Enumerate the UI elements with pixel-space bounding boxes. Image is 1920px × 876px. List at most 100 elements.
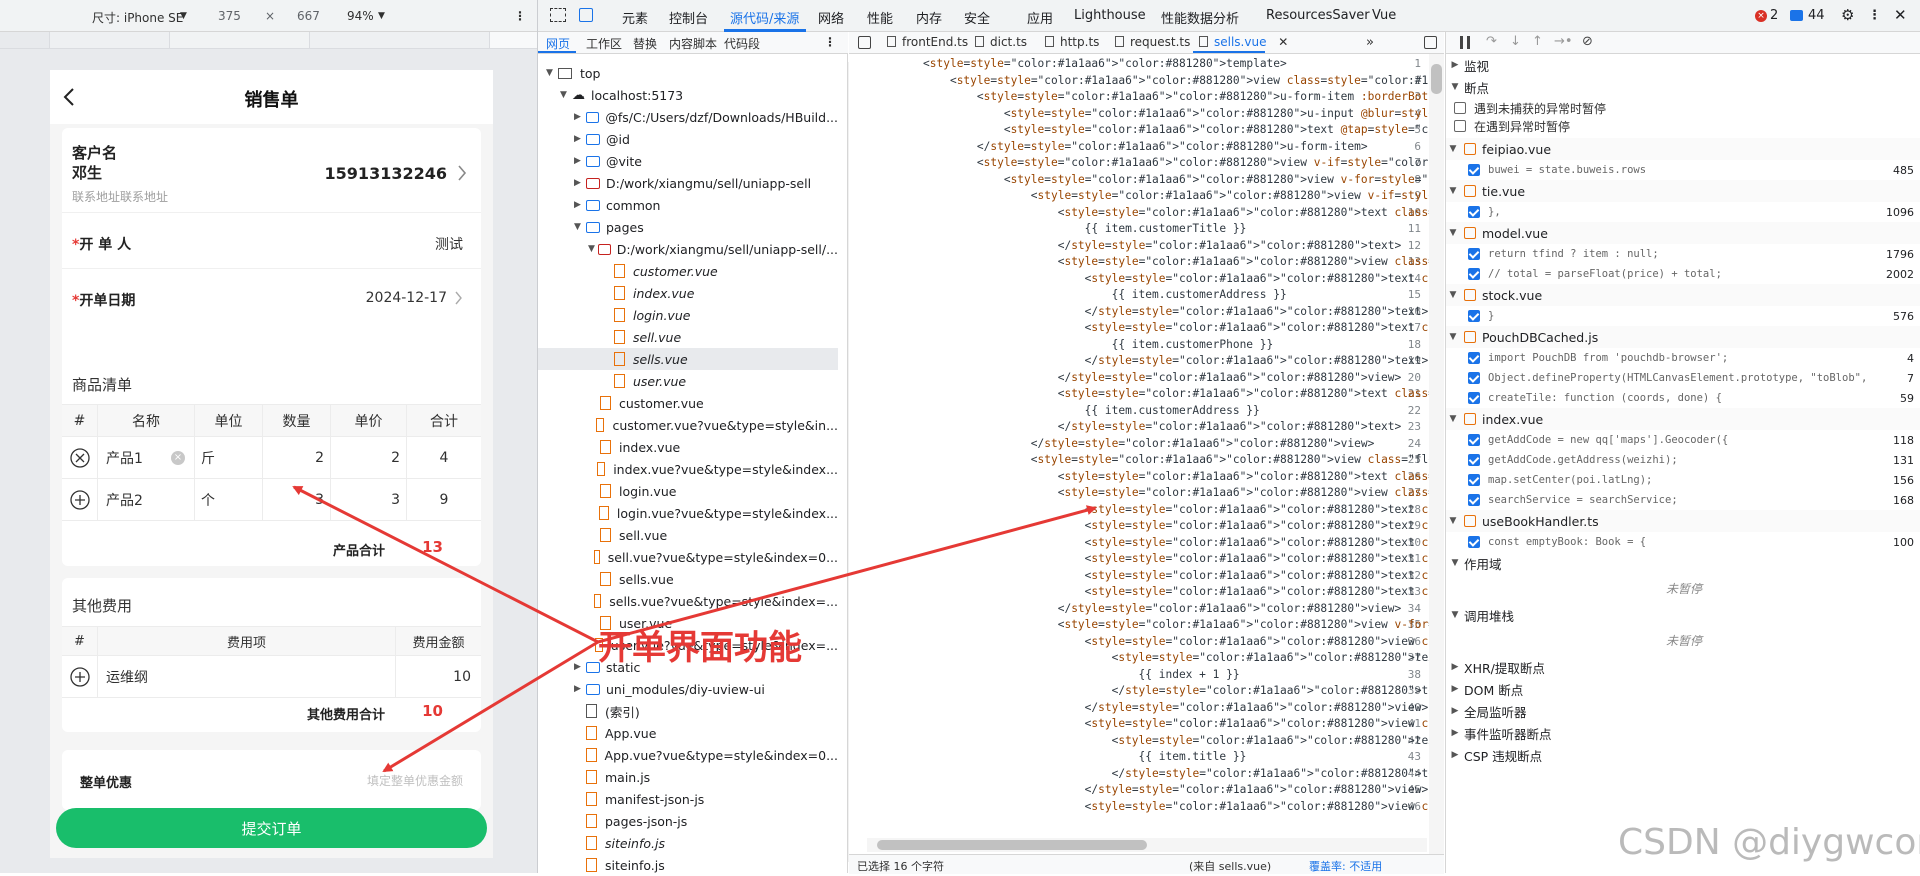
expand-arrow-icon[interactable]: ▼ — [1446, 332, 1460, 342]
tree-item[interactable]: index.vue — [538, 436, 838, 458]
code-line[interactable]: <style=style="color:#1a1aa6">"color:#881… — [923, 73, 1429, 90]
collapse-arrow-icon[interactable]: ▶ — [1446, 684, 1464, 694]
expand-arrow-icon[interactable]: ▼ — [1446, 414, 1460, 424]
checkbox[interactable] — [1468, 454, 1480, 466]
gear-icon[interactable]: ⚙ — [1841, 6, 1854, 24]
line-number[interactable]: 22 — [1381, 403, 1421, 420]
code-line[interactable]: </style=style="color:#1a1aa6">"color:#88… — [923, 353, 1429, 370]
code-line[interactable]: {{ item.customerTitle }} — [923, 221, 1247, 238]
checkbox[interactable] — [1454, 120, 1466, 132]
code-line[interactable]: </style=style="color:#1a1aa6">"color:#88… — [923, 370, 1402, 387]
code-line[interactable]: <style=style="color:#1a1aa6">"color:#881… — [923, 469, 1429, 486]
coverage-status[interactable]: 覆盖率: 不适用 — [1309, 858, 1382, 874]
breakpoint-file[interactable]: ▼ useBookHandler.ts — [1446, 510, 1920, 532]
chevron-down-icon[interactable]: ▼ — [180, 11, 187, 21]
tree-item[interactable]: ▶ uni_modules/diy-uview-ui — [538, 678, 838, 700]
collapse-arrow-icon[interactable]: ▶ — [1446, 60, 1464, 70]
code-line[interactable]: </style=style="color:#1a1aa6">"color:#88… — [923, 683, 1429, 700]
code-line[interactable]: <style=style="color:#1a1aa6">"color:#881… — [923, 551, 1429, 568]
code-line[interactable]: <style=style="color:#1a1aa6">"color:#881… — [923, 716, 1429, 733]
fee-name[interactable]: 运维纲 — [98, 656, 396, 697]
breakpoint-file[interactable]: ▼ tie.vue — [1446, 180, 1920, 202]
tree-item[interactable]: index.vue?vue&type=style&index... — [538, 458, 838, 480]
code-line[interactable]: {{ item.customerPhone }} — [923, 337, 1274, 354]
tree-item[interactable]: App.vue?vue&type=style&index=0... — [538, 744, 838, 766]
tree-item[interactable]: sells.vue — [538, 568, 838, 590]
tab-performance[interactable]: 性能 — [867, 8, 893, 27]
tab-perf-insights[interactable]: 性能数据分析 — [1161, 8, 1239, 27]
section-callstack[interactable]: ▼ 调用堆栈 — [1446, 604, 1920, 626]
tree-item[interactable]: ▼ pages — [538, 216, 838, 238]
tree-item[interactable]: ▶ D:/work/xiangmu/sell/uniapp-sell — [538, 172, 838, 194]
tab-resources-saver[interactable]: ResourcesSaver — [1266, 8, 1370, 23]
code-line[interactable]: </style=style="color:#1a1aa6">"color:#88… — [923, 304, 1429, 321]
tab-elements[interactable]: 元素 — [622, 8, 648, 27]
code-line[interactable]: <style=style="color:#1a1aa6">"color:#881… — [923, 535, 1429, 552]
code-line[interactable]: <style=style="color:#1a1aa6">"color:#881… — [923, 452, 1429, 469]
expand-arrow-icon[interactable]: ▼ — [1446, 558, 1464, 568]
add-row-icon[interactable] — [62, 479, 98, 520]
tree-item[interactable]: login.vue?vue&type=style&index... — [538, 502, 838, 524]
tree-item[interactable]: siteinfo.js — [538, 832, 838, 854]
product-qty[interactable]: 3 — [263, 479, 331, 520]
toggle-navigator-icon[interactable] — [858, 36, 871, 49]
more-menu-icon[interactable]: ⋮ — [824, 35, 836, 49]
field-date-value[interactable]: 2024-12-17 — [366, 290, 447, 306]
breakpoint-item[interactable]: } 576 — [1446, 306, 1920, 326]
collapse-arrow-icon[interactable]: ▶ — [574, 156, 586, 166]
tree-item[interactable]: App.vue — [538, 722, 838, 744]
breakpoint-item[interactable]: getAddCode = new qq['maps'].Geocoder({11… — [1446, 430, 1920, 450]
section-collapsed[interactable]: ▶ XHR/提取断点 — [1446, 656, 1920, 678]
nav-tab-workspace[interactable]: 工作区 — [586, 35, 622, 52]
field-issuer-value[interactable]: 测试 — [435, 234, 463, 254]
expand-arrow-icon[interactable]: ▼ — [1446, 186, 1460, 196]
pause-exception-option[interactable]: 在遇到异常时暂停 — [1446, 116, 1920, 136]
expand-arrow-icon[interactable]: ▼ — [588, 244, 598, 254]
scrollbar[interactable] — [1429, 54, 1444, 854]
tree-item[interactable]: main.js — [538, 766, 838, 788]
collapse-arrow-icon[interactable]: ▶ — [574, 662, 586, 672]
breakpoint-file[interactable]: ▼ stock.vue — [1446, 284, 1920, 306]
tree-item[interactable]: pages-json-js — [538, 810, 838, 832]
step-out-icon[interactable]: ↑ — [1532, 34, 1543, 49]
line-number[interactable]: 11 — [1381, 221, 1421, 238]
section-breakpoints[interactable]: ▼ 断点 — [1446, 76, 1920, 98]
collapse-arrow-icon[interactable]: ▶ — [574, 134, 586, 144]
tree-item[interactable]: ▶ common — [538, 194, 838, 216]
tree-item[interactable]: login.vue — [538, 304, 838, 326]
tree-item[interactable]: customer.vue — [538, 392, 838, 414]
remove-row-icon[interactable] — [62, 437, 98, 478]
tree-item[interactable]: index.vue — [538, 282, 838, 304]
line-number[interactable]: 24 — [1381, 436, 1421, 453]
tree-item[interactable]: ▼ top — [538, 62, 838, 84]
product-unit[interactable]: 斤 — [195, 437, 263, 478]
tab-memory[interactable]: 内存 — [916, 8, 942, 27]
customer-phone[interactable]: 15913132246 — [325, 164, 447, 183]
editor-tab[interactable]: http.ts — [1045, 35, 1099, 49]
more-tabs-icon[interactable]: » — [1366, 35, 1374, 50]
expand-arrow-icon[interactable]: ▼ — [1446, 610, 1464, 620]
nav-tab-overrides[interactable]: 替换 — [633, 35, 657, 52]
error-icon[interactable]: × — [1755, 10, 1767, 22]
breakpoint-file[interactable]: ▼ feipiao.vue — [1446, 138, 1920, 160]
chevron-right-icon[interactable] — [455, 291, 463, 305]
code-line[interactable]: {{ item.title }} — [923, 749, 1247, 766]
code-line[interactable]: <style=style="color:#1a1aa6">"color:#881… — [923, 584, 1429, 601]
checkbox[interactable] — [1468, 434, 1480, 446]
tab-security[interactable]: 安全 — [964, 8, 990, 27]
device-toggle-icon[interactable] — [579, 8, 593, 22]
code-line[interactable]: <style=style="color:#1a1aa6">"color:#881… — [923, 650, 1429, 667]
tab-vue[interactable]: Vue — [1372, 8, 1396, 23]
code-line[interactable]: {{ item.customerAddress }} — [923, 287, 1287, 304]
checkbox[interactable] — [1468, 310, 1480, 322]
section-collapsed[interactable]: ▶ DOM 断点 — [1446, 678, 1920, 700]
code-line[interactable]: <style=style="color:#1a1aa6">"color:#881… — [923, 502, 1429, 519]
checkbox[interactable] — [1468, 392, 1480, 404]
checkbox[interactable] — [1468, 352, 1480, 364]
code-line[interactable]: <style=style="color:#1a1aa6">"color:#881… — [923, 205, 1429, 222]
deactivate-breakpoints-icon[interactable]: ⊘ — [1582, 34, 1593, 49]
nav-tab-snippets[interactable]: 代码段 — [724, 35, 760, 52]
code-line[interactable]: <style=style="color:#1a1aa6">"color:#881… — [923, 733, 1429, 750]
checkbox[interactable] — [1468, 494, 1480, 506]
checkbox[interactable] — [1468, 268, 1480, 280]
